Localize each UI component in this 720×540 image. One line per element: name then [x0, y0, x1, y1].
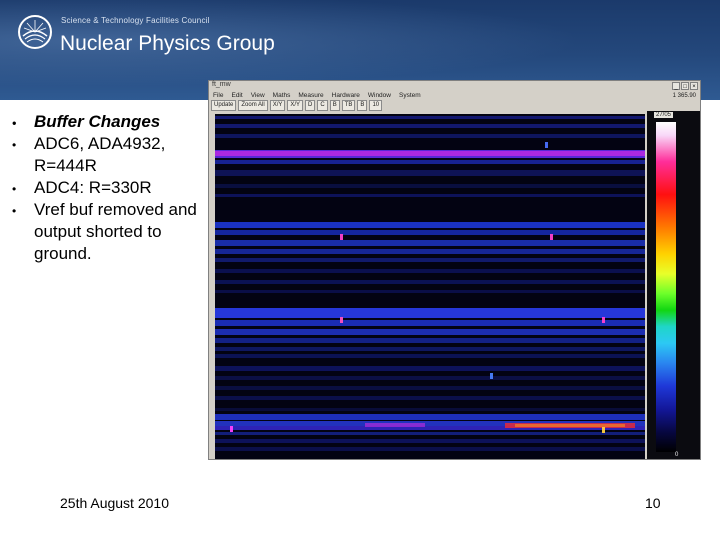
heatmap-band — [490, 373, 493, 379]
menu-bar: File Edit View Maths Measure Hardware Wi… — [209, 92, 421, 100]
bullet-dot: • — [12, 204, 17, 218]
heatmap-band — [215, 432, 645, 435]
heatmap-band — [515, 424, 625, 427]
bullet-list: • Buffer Changes • ADC6, ADA4932, R=444R… — [12, 111, 202, 265]
heatmap-band — [215, 134, 645, 138]
window-status-readout: 1 365.90 — [672, 93, 696, 99]
heatmap-band — [550, 234, 553, 240]
menu-edit[interactable]: Edit — [231, 92, 242, 100]
window-controls: _ □ × — [672, 82, 698, 90]
heatmap-band — [215, 320, 645, 326]
heatmap-band — [215, 386, 645, 390]
color-scale-bar[interactable] — [656, 122, 676, 452]
bullet-dot: • — [12, 138, 17, 152]
heatmap-band — [215, 347, 645, 351]
zoom-all-button[interactable]: Zoom All — [238, 100, 268, 111]
bullet-text: ADC6, ADA4932, R=444R — [34, 134, 166, 175]
heatmap-band — [215, 124, 645, 128]
bullet-text: Vref buf removed and output shorted to g… — [34, 200, 197, 263]
heatmap-band — [230, 426, 233, 432]
bullet-item: • Vref buf removed and output shorted to… — [12, 199, 202, 265]
heatmap-band — [215, 447, 645, 451]
stfc-logo-icon — [18, 15, 52, 49]
heatmap-band — [365, 423, 425, 427]
heatmap-band — [215, 116, 645, 119]
page-number: 10 — [645, 495, 661, 511]
heatmap-band — [215, 258, 645, 262]
heatmap-band — [215, 151, 645, 156]
scale-min-label: 0 — [675, 452, 679, 458]
app-window: ft_mw _ □ × File Edit View Maths Measure… — [208, 80, 701, 460]
heatmap-band — [215, 376, 645, 380]
toolbar-button[interactable]: X/Y — [269, 100, 286, 111]
group-name: Nuclear Physics Group — [60, 32, 275, 55]
toolbar-button[interactable]: 10 — [369, 100, 383, 111]
menu-file[interactable]: File — [213, 92, 223, 100]
heatmap-band — [215, 249, 645, 254]
window-titlebar[interactable]: ft_mw _ □ × — [209, 81, 700, 92]
menu-view[interactable]: View — [251, 92, 265, 100]
bullet-item: • Buffer Changes — [12, 111, 202, 133]
heatmap-band — [215, 408, 645, 411]
bullet-dot: • — [12, 116, 17, 130]
menu-window[interactable]: Window — [368, 92, 391, 100]
heatmap-band — [340, 317, 343, 323]
scale-max-label: 27/05 — [654, 112, 674, 118]
menu-system[interactable]: System — [399, 92, 421, 100]
bullet-item: • ADC6, ADA4932, R=444R — [12, 133, 202, 177]
toolbar-button[interactable]: B — [329, 100, 340, 111]
heatmap-band — [215, 160, 645, 164]
heatmap-band — [215, 366, 645, 371]
heatmap-band — [215, 290, 645, 293]
heatmap-band — [602, 317, 605, 323]
bullet-text: ADC4: R=330R — [34, 178, 152, 197]
menu-maths[interactable]: Maths — [273, 92, 291, 100]
heatmap-band — [215, 170, 645, 176]
update-button[interactable]: Update — [211, 100, 237, 111]
close-button[interactable]: × — [690, 82, 698, 90]
heatmap-band — [215, 222, 645, 228]
menu-measure[interactable]: Measure — [298, 92, 323, 100]
bullet-dot: • — [12, 182, 17, 196]
heatmap-band — [215, 354, 645, 358]
heatmap-band — [215, 280, 645, 284]
council-name: Science & Technology Facilities Council — [61, 16, 210, 25]
toolbar-button[interactable]: C — [317, 100, 328, 111]
heatmap-band — [215, 184, 645, 188]
heatmap-plot[interactable] — [215, 114, 645, 459]
heatmap-band — [215, 308, 645, 318]
heatmap-band — [215, 269, 645, 273]
window-title: ft_mw — [212, 81, 231, 88]
heatmap-band — [215, 414, 645, 420]
heatmap-band — [215, 396, 645, 400]
heatmap-band — [215, 338, 645, 343]
heatmap-band — [545, 142, 548, 148]
menu-hardware[interactable]: Hardware — [332, 92, 360, 100]
toolbar-button[interactable]: X/Y — [287, 100, 304, 111]
bullet-text: Buffer Changes — [34, 112, 161, 131]
heatmap-band — [602, 427, 605, 433]
toolbar-button[interactable]: TB — [341, 100, 356, 111]
toolbar-button[interactable]: B — [357, 100, 368, 111]
bullet-item: • ADC4: R=330R — [12, 177, 202, 199]
heatmap-band — [215, 194, 645, 197]
toolbar: Update Zoom All X/Y X/Y D C B TB B 10 — [209, 100, 383, 111]
toolbar-button[interactable]: D — [305, 100, 316, 111]
heatmap-band — [340, 234, 343, 240]
heatmap-band — [215, 439, 645, 443]
heatmap-band — [215, 230, 645, 235]
maximize-button[interactable]: □ — [681, 82, 689, 90]
footer-date: 25th August 2010 — [60, 495, 169, 511]
heatmap-band — [215, 240, 645, 246]
minimize-button[interactable]: _ — [672, 82, 680, 90]
heatmap-band — [215, 329, 645, 335]
